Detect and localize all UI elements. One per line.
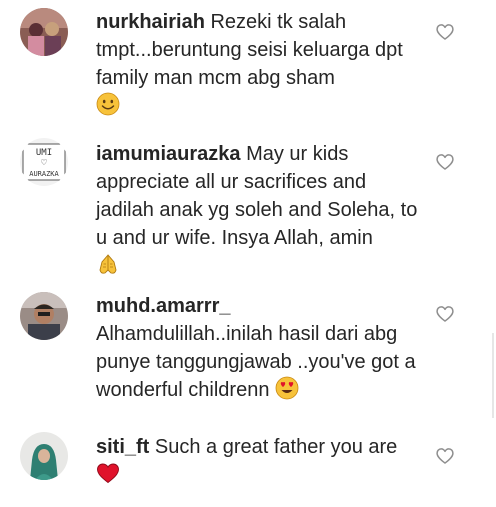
avatar[interactable] — [20, 432, 68, 480]
comment-username[interactable]: nurkhairiah — [96, 11, 205, 33]
svg-text:♡: ♡ — [40, 158, 47, 167]
avatar-photo: UMI ♡ AURAZKA — [20, 138, 68, 186]
avatar[interactable] — [20, 8, 68, 56]
comment-username[interactable]: muhd.amarrr_ — [96, 295, 231, 317]
avatar-photo — [20, 8, 68, 56]
comment-text-block: nurkhairiah Rezeki tk salah tmpt...berun… — [96, 8, 426, 120]
folded-hands-icon — [96, 252, 120, 276]
like-heart-icon[interactable] — [435, 152, 455, 172]
comment-body: Such a great father you are — [154, 436, 398, 458]
like-heart-icon[interactable] — [435, 446, 455, 466]
red-heart-icon — [96, 461, 120, 485]
smiling-face-icon — [96, 92, 120, 116]
svg-text:AURAZKA: AURAZKA — [29, 170, 59, 178]
comment-username[interactable]: iamumiaurazka — [96, 143, 241, 165]
like-heart-icon[interactable] — [435, 22, 455, 42]
svg-text:UMI: UMI — [36, 148, 52, 158]
avatar[interactable]: UMI ♡ AURAZKA — [20, 138, 68, 186]
comment-username[interactable]: siti_ft — [96, 436, 149, 458]
heart-eyes-icon — [275, 376, 299, 400]
avatar-photo — [20, 432, 68, 480]
like-heart-icon[interactable] — [435, 304, 455, 324]
scrollbar-edge[interactable] — [492, 333, 494, 418]
comment-text-block: muhd.amarrr_ Alhamdulillah..inilah hasil… — [96, 292, 426, 404]
comment-text-block: siti_ft Such a great father you are — [96, 433, 426, 489]
avatar[interactable] — [20, 292, 68, 340]
avatar-photo — [20, 292, 68, 340]
comment-body: Alhamdulillah..inilah hasil dari abg pun… — [96, 323, 416, 401]
comment-text-block: iamumiaurazka May ur kids appreciate all… — [96, 140, 426, 280]
